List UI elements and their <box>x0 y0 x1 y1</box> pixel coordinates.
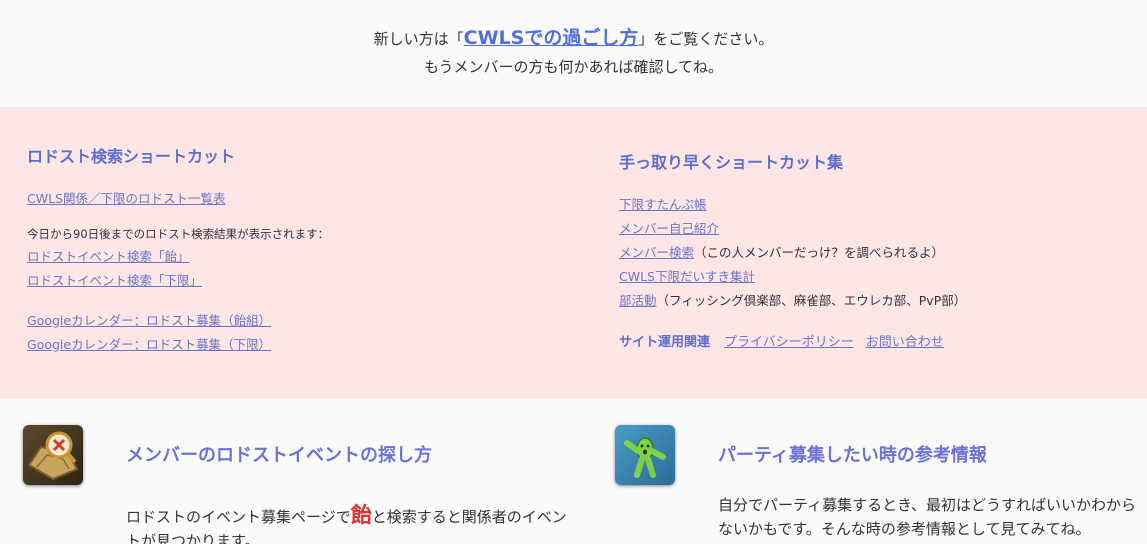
site-operations-label: サイト運用関連 <box>619 335 711 350</box>
member-search-desc: （この人メンバーだっけ？を調べられるよ） <box>694 245 945 260</box>
club-activities-desc: （フィッシング倶楽部、麻雀部、エウレカ部、PvP部） <box>656 293 967 308</box>
contact-link[interactable]: お問い合わせ <box>866 335 944 350</box>
event-search-ame-link[interactable]: ロドストイベント検索「飴」 <box>27 249 190 264</box>
calendar-kagen-link[interactable]: Googleカレンダー：ロドスト募集（下限） <box>27 337 271 352</box>
ame-keyword: 飴 <box>350 503 372 527</box>
quick-shortcuts-title: 手っ取り早くショートカット集 <box>619 153 844 172</box>
party-info-card-title: パーティ募集したい時の参考情報 <box>718 445 987 466</box>
party-info-card-text: 自分でパーティ募集するとき、最初はどうすればいいかわからないかもです。そんな時の… <box>718 496 1137 538</box>
intro-line-2: もうメンバーの方も何かあれば確認してね。 <box>423 58 724 76</box>
calendar-ame-link[interactable]: Googleカレンダー：ロドスト募集（飴組） <box>27 313 271 328</box>
kagen-tally-link[interactable]: CWLS下限だいすき集計 <box>619 269 755 284</box>
event-search-kagen-link[interactable]: ロドストイベント検索「下限」 <box>27 273 202 288</box>
event-search-card-title: メンバーのロドストイベントの探し方 <box>126 445 432 466</box>
intro-text-after: 」をご覧ください。 <box>638 30 774 48</box>
event-search-card-text: ロドストのイベント募集ページで飴と検索すると関係者のイベントが見つかります。 <box>126 503 576 544</box>
stamp-book-link[interactable]: 下限すたんぷ帳 <box>619 197 707 212</box>
quick-shortcuts: 手っ取り早くショートカット集 下限すたんぷ帳 メンバー自己紹介 メンバー検索（こ… <box>619 149 1139 350</box>
search-note: 今日から90日後までのロドスト検索結果が表示されます： <box>27 227 330 241</box>
intro-section: 新しい方は「CWLSでの過ごし方」をご覧ください。 もうメンバーの方も何かあれば… <box>0 0 1147 107</box>
info-cards: メンバーのロドストイベントの探し方 ロドストのイベント募集ページで飴と検索すると… <box>0 399 1147 544</box>
intro-line-1: 新しい方は「CWLSでの過ごし方」をご覧ください。 <box>0 24 1147 53</box>
site-operations-row: サイト運用関連 プライバシーポリシー お問い合わせ <box>619 331 1139 350</box>
cwls-lodestone-list-link[interactable]: CWLS関係／下限のロドスト一覧表 <box>27 191 226 206</box>
member-intro-link[interactable]: メンバー自己紹介 <box>619 221 719 236</box>
member-search-link[interactable]: メンバー検索 <box>619 245 694 260</box>
lodestone-shortcuts-title: ロドスト検索ショートカット <box>27 147 236 166</box>
card-text-part-a: ロドストのイベント募集ページで <box>126 508 351 526</box>
intro-text-before: 新しい方は「 <box>373 30 464 48</box>
cactuar-icon <box>615 425 675 485</box>
cwls-guide-link[interactable]: CWLSでの過ごし方 <box>464 27 639 49</box>
club-activities-link[interactable]: 部活動 <box>619 293 657 308</box>
shortcut-section: ロドスト検索ショートカット CWLS関係／下限のロドスト一覧表 今日から90日後… <box>0 107 1147 399</box>
map-search-icon <box>23 425 83 485</box>
privacy-policy-link[interactable]: プライバシーポリシー <box>724 335 854 350</box>
lodestone-shortcuts: ロドスト検索ショートカット CWLS関係／下限のロドスト一覧表 今日から90日後… <box>27 143 567 357</box>
